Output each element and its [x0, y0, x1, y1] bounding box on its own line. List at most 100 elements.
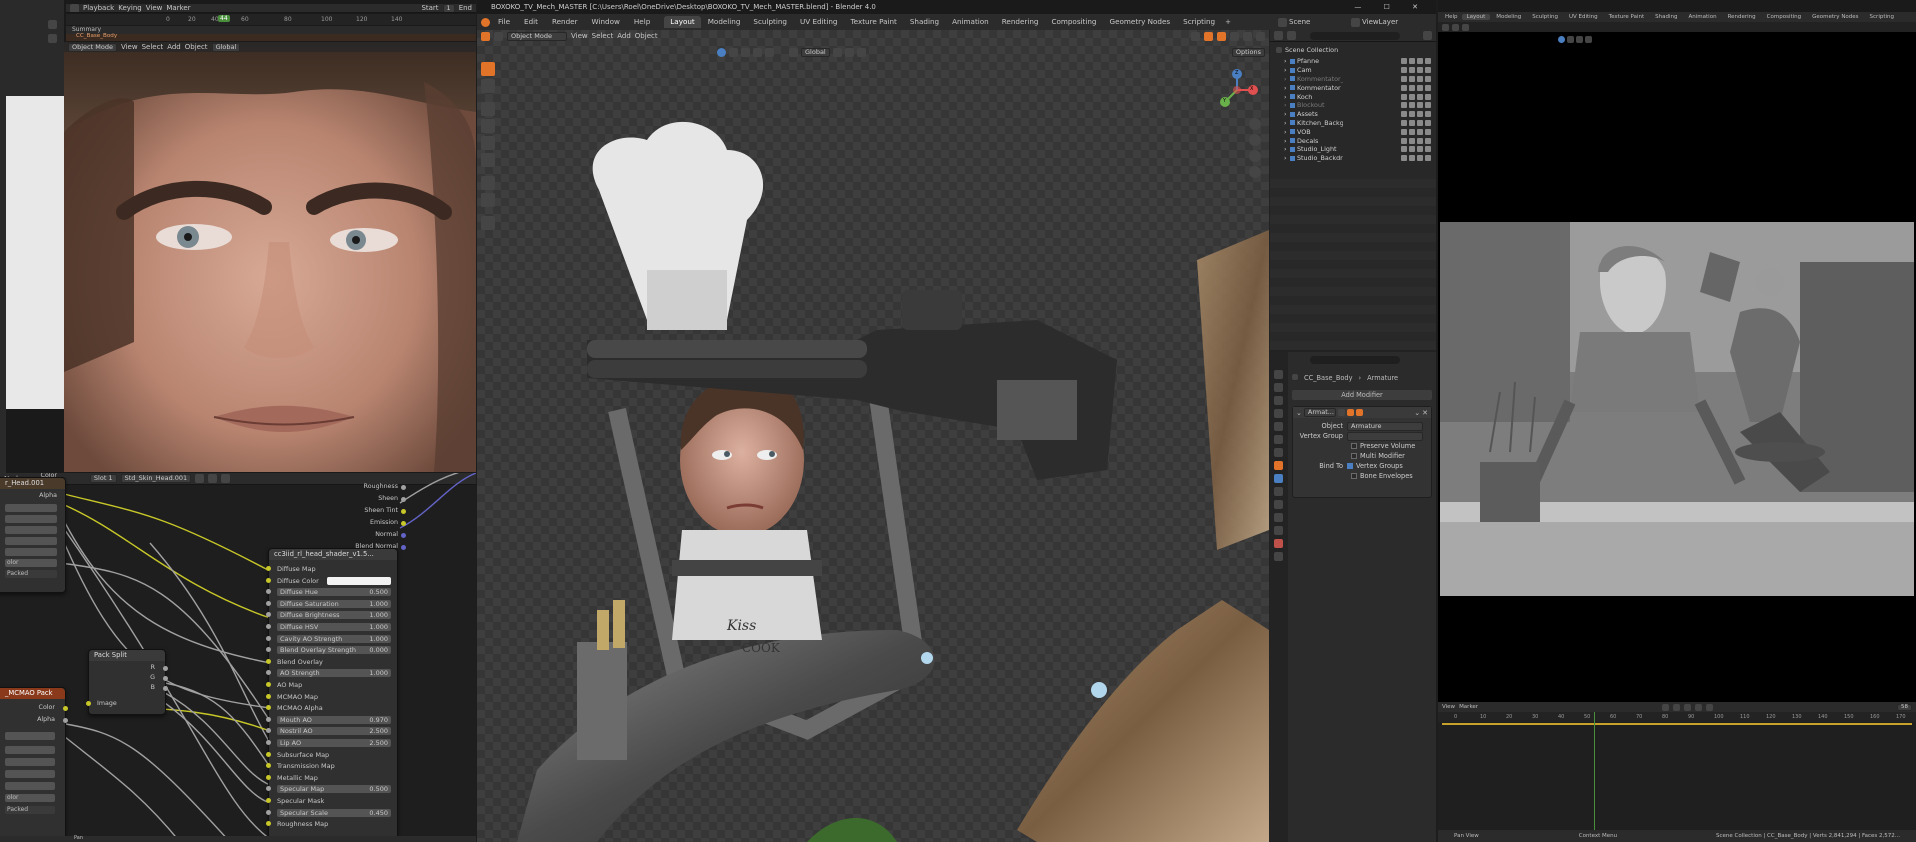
- eye-icon[interactable]: [1409, 75, 1415, 82]
- socket[interactable]: [266, 751, 271, 757]
- dropdown-icon[interactable]: ⌄: [1414, 409, 1420, 417]
- exclude-checkbox[interactable]: [1290, 67, 1295, 73]
- exclude-checkbox[interactable]: [1290, 155, 1295, 161]
- socket[interactable]: [266, 774, 271, 780]
- socket[interactable]: [266, 670, 271, 676]
- select-icon[interactable]: [1401, 137, 1407, 144]
- mcmao-node-title[interactable]: _MCMAO Pack: [0, 688, 65, 699]
- colorspace-dropdown[interactable]: olor: [5, 794, 55, 802]
- editor-type-icon[interactable]: [481, 31, 490, 41]
- outliner-item[interactable]: › Kommentator: [1284, 83, 1434, 92]
- grid-icon[interactable]: [1249, 166, 1261, 178]
- camera-icon[interactable]: [1417, 119, 1423, 126]
- group-input-row[interactable]: Diffuse HSV 1.000: [266, 622, 397, 632]
- node-dropdown[interactable]: [5, 537, 57, 545]
- input-value-field[interactable]: Mouth AO 0.970: [277, 715, 391, 724]
- object-channel-row[interactable]: CC_Base_Body: [66, 33, 476, 41]
- workspace-tab-animation[interactable]: Animation: [946, 16, 995, 28]
- socket[interactable]: [266, 682, 271, 687]
- workspace-tab-uv-editing[interactable]: UV Editing: [1564, 14, 1603, 20]
- node-dropdown[interactable]: [5, 515, 57, 523]
- group-input-row[interactable]: MCMAO Map: [266, 692, 397, 702]
- input-value-field[interactable]: Diffuse Hue 0.500: [277, 588, 391, 597]
- render-icon[interactable]: [1425, 93, 1431, 100]
- workspace-tab-modeling[interactable]: Modeling: [702, 16, 747, 28]
- start-field[interactable]: 1: [442, 4, 455, 12]
- socket[interactable]: [401, 521, 406, 526]
- camera-icon[interactable]: [1249, 150, 1261, 162]
- object-types-icon[interactable]: [729, 48, 738, 57]
- workspace-tab-shading[interactable]: Shading: [1650, 14, 1682, 20]
- workspace-tab-uv-editing[interactable]: UV Editing: [794, 16, 844, 28]
- input-value-field[interactable]: Diffuse HSV 1.000: [277, 623, 391, 631]
- outliner-item[interactable]: › Pfanne: [1284, 57, 1434, 66]
- group-input-row[interactable]: Nostril AO 2.500: [266, 726, 397, 736]
- material-tab-icon[interactable]: [1274, 539, 1283, 548]
- navigation-gizmo[interactable]: X Z Y: [1215, 68, 1259, 112]
- socket[interactable]: [163, 676, 168, 681]
- menu-marker[interactable]: Marker: [166, 4, 190, 12]
- socket[interactable]: [266, 566, 271, 571]
- eye-icon[interactable]: [1409, 102, 1415, 109]
- collection-tab-icon[interactable]: [1274, 448, 1283, 457]
- current-frame-field[interactable]: 58: [1897, 703, 1912, 711]
- camera-view[interactable]: [1440, 222, 1914, 596]
- menu-view[interactable]: View: [1442, 704, 1455, 710]
- menu-keying[interactable]: Keying: [118, 4, 142, 12]
- outliner-item[interactable]: › Decals: [1284, 136, 1434, 145]
- select-box-icon[interactable]: [494, 31, 503, 41]
- exclude-checkbox[interactable]: [1290, 146, 1295, 152]
- socket[interactable]: [266, 716, 271, 722]
- socket[interactable]: [63, 706, 68, 711]
- node-dropdown[interactable]: [5, 782, 55, 790]
- transform-dropdown[interactable]: Global: [211, 42, 241, 52]
- add-workspace-icon[interactable]: +: [1225, 18, 1231, 26]
- exclude-checkbox[interactable]: [1290, 111, 1295, 117]
- camera-icon[interactable]: [1417, 111, 1423, 118]
- group-node-title[interactable]: cc3iid_rl_head_shader_v1.5...: [269, 549, 397, 560]
- socket[interactable]: [266, 658, 271, 664]
- pack-split-title[interactable]: Pack Split: [89, 650, 165, 661]
- group-input-row[interactable]: Specular Map 0.500: [266, 784, 397, 794]
- workspace-tab-rendering[interactable]: Rendering: [996, 16, 1045, 28]
- socket[interactable]: [266, 821, 271, 827]
- node-dropdown[interactable]: [5, 746, 55, 754]
- bone-envelopes-checkbox[interactable]: [1351, 473, 1357, 479]
- world-tab-icon[interactable]: [1274, 435, 1283, 444]
- exclude-checkbox[interactable]: [1290, 94, 1295, 100]
- outliner-item[interactable]: › Cam: [1284, 66, 1434, 75]
- camera-icon[interactable]: [1417, 67, 1423, 74]
- exclude-checkbox[interactable]: [1290, 120, 1295, 126]
- render-icon[interactable]: [1425, 67, 1431, 74]
- camera-icon[interactable]: [1417, 146, 1423, 153]
- filter-icon[interactable]: [1423, 31, 1432, 40]
- group-input-row[interactable]: Blend Overlay Strength 0.000: [266, 645, 397, 655]
- outliner[interactable]: Scene Collection › Pfanne › Cam › Kommentator…: [1270, 30, 1436, 350]
- camera-icon[interactable]: [1417, 102, 1423, 109]
- view-layer-selector[interactable]: ViewLayer: [1362, 18, 1432, 26]
- workspace-tab-rendering[interactable]: Rendering: [1723, 14, 1761, 20]
- select-icon[interactable]: [1401, 75, 1407, 82]
- input-value-field[interactable]: Specular Scale 0.450: [277, 808, 391, 817]
- annotate-tool-icon[interactable]: [481, 176, 495, 190]
- proportional-icon[interactable]: [753, 48, 762, 57]
- exclude-checkbox[interactable]: [1290, 76, 1295, 82]
- input-value-field[interactable]: Nostril AO 2.500: [277, 727, 391, 736]
- view-menu-icon[interactable]: [1462, 23, 1469, 31]
- scene-icon[interactable]: [1278, 17, 1287, 27]
- menu-help[interactable]: Help: [628, 16, 656, 28]
- socket[interactable]: [63, 718, 68, 723]
- scene-tab-icon[interactable]: [1274, 422, 1283, 431]
- eye-icon[interactable]: [1409, 119, 1415, 126]
- alpha-mode-dropdown[interactable]: Packed: [5, 806, 55, 814]
- object-mode-dropdown[interactable]: Object Mode: [507, 31, 567, 41]
- socket[interactable]: [266, 728, 271, 734]
- options-dropdown[interactable]: Options: [1231, 48, 1265, 57]
- outliner-item[interactable]: ›Kommentator_Boxer: [1284, 75, 1434, 84]
- shading-solid-icon[interactable]: [1243, 31, 1252, 41]
- node-dropdown[interactable]: [5, 504, 57, 512]
- render-icon[interactable]: [1425, 155, 1431, 162]
- shading-material-icon[interactable]: [1256, 31, 1265, 41]
- add-modifier-button[interactable]: Add Modifier: [1292, 390, 1432, 400]
- menu-edit[interactable]: Edit: [518, 16, 544, 28]
